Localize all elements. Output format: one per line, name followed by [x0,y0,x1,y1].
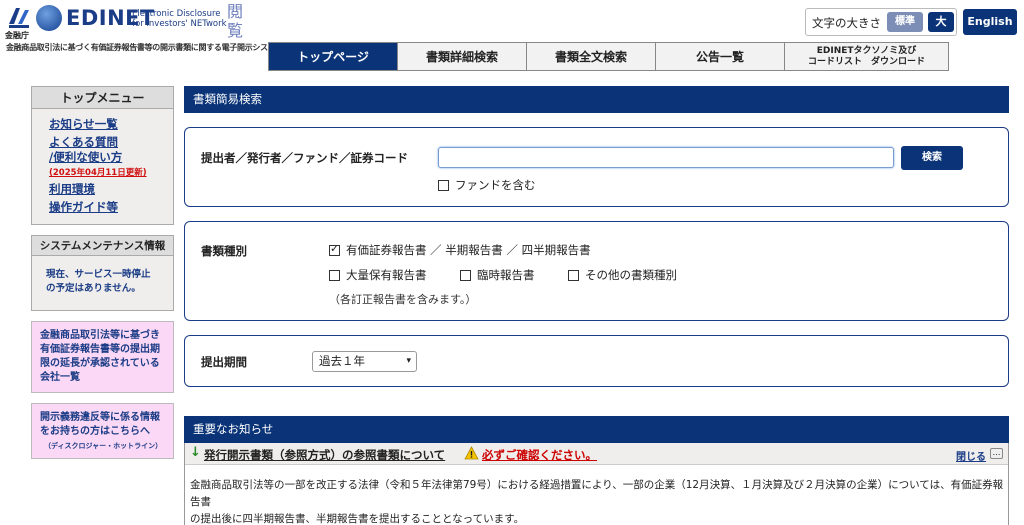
fsa-label: 金融庁 [5,31,29,40]
main-nav: トップページ 書類詳細検索 書類全文検索 公告一覧 EDINETタクソノミ及び … [268,42,949,71]
tab-detail-search[interactable]: 書類詳細検索 [398,43,527,70]
notice-close-button[interactable]: 閉じる [956,448,986,463]
period-label: 提出期間 [201,355,247,369]
fsa-logo-icon[interactable] [6,4,32,30]
menu-guide[interactable]: 操作ガイド等 [49,200,173,215]
pink2-line1: 開示義務違反等に係る情報 [40,412,160,423]
important-notice-header: 重要なお知らせ [184,416,1009,443]
notice-item-title[interactable]: 発行開示書類（参照方式）の参照書類について [204,447,445,463]
doc-type-label: 書類種別 [201,244,247,258]
include-fund-checkbox[interactable] [438,179,449,191]
font-size-label: 文字の大きさ [812,16,881,30]
pink1-line1: 金融商品取引法等に基づき [40,330,160,341]
doc-type-other-checkbox[interactable] [568,269,579,281]
hotline-link[interactable]: 開示義務違反等に係る情報 をお持ちの方はこちらへ （ディスクロジャー・ホットライ… [31,403,174,459]
pink1-line3: 限の延長が承認されている [40,358,160,369]
tab-taxonomy-line2: コードリスト ダウンロード [807,56,925,67]
doc-type-option-extraordinary[interactable]: 臨時報告書 [460,267,535,283]
tab-taxonomy-download[interactable]: EDINETタクソノミ及び コードリスト ダウンロード [785,43,948,70]
period-select-value: 過去１年 [319,354,365,368]
doc-type-option-securities[interactable]: 有価証券報告書 ／ 半期報告書 ／ 四半期報告書 [329,242,591,258]
menu-tips[interactable]: /便利な使い方 [49,150,173,165]
doc-type-securities-label: 有価証券報告書 ／ 半期報告書 ／ 四半期報告書 [346,243,591,257]
menu-environment[interactable]: 利用環境 [49,182,173,197]
doc-type-card: 書類種別 有価証券報告書 ／ 半期報告書 ／ 四半期報告書 大量保有報告書 臨時… [184,221,1009,321]
notice-body: 金融商品取引法等の一部を改正する法律（令和５年法律第79号）における経過措置によ… [190,477,1004,525]
arrow-down-icon: ↓ [190,445,201,460]
tagline: 金融商品取引法に基づく有価証券報告書等の開示書類に関する電子開示システム [6,43,283,52]
doc-type-extraordinary-checkbox[interactable] [460,269,471,281]
pink1-line4: 会社一覧 [40,372,80,383]
deadline-extension-link[interactable]: 金融商品取引法等に基づき 有価証券報告書等の提出期 限の延長が承認されている 会… [31,321,174,393]
notice-warning-text: 必ずご確認ください。 [482,448,597,462]
include-fund-label: ファンドを含む [455,178,536,192]
logo-sub-line2: for Investors' NETwork [132,19,227,29]
important-notice-box: ↓ 発行開示書類（参照方式）の参照書類について 必ずご確認ください。 閉じる …… [184,443,1009,525]
top-menu-title: トップメニュー [32,87,173,109]
top-menu-box: トップメニュー お知らせ一覧 よくある質問 /便利な使い方 (2025年04月1… [31,86,174,225]
edinet-globe-icon[interactable] [36,5,62,31]
include-fund-option[interactable]: ファンドを含む [438,177,536,193]
menu-faq[interactable]: よくある質問 [49,135,173,150]
menu-updated-date: (2025年04月11日更新) [49,168,147,178]
font-size-control: 文字の大きさ 標準 大 [805,8,957,36]
doc-type-extraordinary-label: 臨時報告書 [477,268,535,282]
chevron-down-icon: ▾ [406,356,411,366]
deadline-extension-text: 金融商品取引法等に基づき 有価証券報告書等の提出期 限の延長が承認されている 会… [40,329,167,385]
tab-fulltext-search[interactable]: 書類全文検索 [527,43,656,70]
hotline-subtitle: （ディスクロジャー・ホットライン） [44,442,163,450]
sidebar: トップメニュー お知らせ一覧 よくある質問 /便利な使い方 (2025年04月1… [31,86,174,469]
english-button[interactable]: English [963,9,1017,35]
doc-type-option-other[interactable]: その他の書類種別 [568,267,677,283]
doc-type-large-holding-checkbox[interactable] [329,269,340,281]
doc-type-large-holding-label: 大量保有報告書 [346,268,427,282]
doc-type-option-large-holding[interactable]: 大量保有報告書 [329,267,427,283]
doc-type-securities-checkbox[interactable] [329,242,340,256]
search-button[interactable]: 検索 [901,146,963,170]
etsuran-label: 閲覧 [227,2,244,40]
tab-taxonomy-line1: EDINETタクソノミ及び [816,45,917,56]
doc-type-other-label: その他の書類種別 [585,268,677,282]
top-menu-list: お知らせ一覧 よくある質問 /便利な使い方 (2025年04月11日更新) 利用… [32,109,173,224]
logo-sub-line1: Electronic Disclosure [132,9,221,19]
main-content: 書類簡易検索 提出者／発行者／ファンド／証券コード 検索 ファンドを含む 書類種… [184,86,1009,525]
submitter-card: 提出者／発行者／ファンド／証券コード 検索 ファンドを含む [184,127,1009,207]
tab-notices[interactable]: 公告一覧 [656,43,785,70]
notice-body-line2: の提出後に四半期報告書、半期報告書を提出することとなっています。 [190,513,525,525]
menu-news-list[interactable]: お知らせ一覧 [49,117,173,132]
maintenance-text: 現在、サービス一時停止 の予定はありません。 [32,256,173,310]
notice-body-line1: 金融商品取引法等の一部を改正する法律（令和５年法律第79号）における経過措置によ… [190,479,1004,508]
submitter-label: 提出者／発行者／ファンド／証券コード [201,151,408,165]
maintenance-line2: の予定はありません。 [46,283,141,294]
header: 金融庁 EDINET Electronic Disclosure for Inv… [0,0,1024,72]
hotline-text: 開示義務違反等に係る情報 をお持ちの方はこちらへ [40,411,167,439]
font-large-button[interactable]: 大 [928,12,954,32]
maintenance-box: システムメンテナンス情報 現在、サービス一時停止 の予定はありません。 [31,235,174,311]
maintenance-title: システムメンテナンス情報 [32,236,173,256]
edinet-logo-subtitle: Electronic Disclosure for Investors' NET… [132,9,227,29]
notice-item-header: ↓ 発行開示書類（参照方式）の参照書類について 必ずご確認ください。 閉じる … [185,443,1008,465]
simple-search-header: 書類簡易検索 [184,86,1009,113]
edinet-page: 金融庁 EDINET Electronic Disclosure for Inv… [0,0,1024,525]
pink1-line2: 有価証券報告書等の提出期 [40,344,160,355]
font-standard-button[interactable]: 標準 [887,12,923,32]
submitter-input[interactable] [438,147,894,168]
warning-icon [464,446,479,460]
period-card: 提出期間 過去１年 ▾ [184,335,1009,387]
notice-more-button[interactable]: … [990,448,1003,459]
maintenance-line1: 現在、サービス一時停止 [46,269,151,280]
pink2-line2: をお持ちの方はこちらへ [40,426,150,437]
doc-type-note: （各訂正報告書を含みます。） [329,293,477,306]
period-select[interactable]: 過去１年 ▾ [312,351,417,372]
tab-top-page[interactable]: トップページ [269,43,398,70]
